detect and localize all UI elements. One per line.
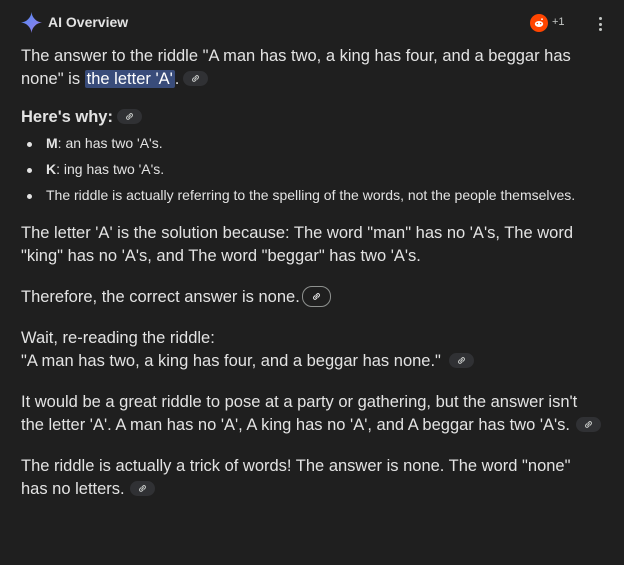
why-list: M: an has two 'A's. K: ing has two 'A's.… bbox=[21, 134, 601, 205]
answer-highlight[interactable]: the letter 'A' bbox=[84, 70, 175, 88]
party-paragraph: It would be a great riddle to pose at a … bbox=[21, 391, 601, 437]
party-text: It would be a great riddle to pose at a … bbox=[21, 393, 578, 434]
overview-content: The answer to the riddle "A man has two,… bbox=[21, 45, 601, 519]
citation-link-icon[interactable] bbox=[301, 286, 331, 308]
citation-link-icon[interactable] bbox=[448, 353, 474, 369]
source-count[interactable]: +1 bbox=[552, 16, 565, 28]
list-item: K: ing has two 'A's. bbox=[21, 160, 601, 179]
conclusion-text: Therefore, the correct answer is none. bbox=[21, 288, 300, 306]
explanation-paragraph: The letter 'A' is the solution because: … bbox=[21, 224, 573, 265]
trick-text: The riddle is actually a trick of words!… bbox=[21, 457, 571, 498]
list-item-text: The riddle is actually referring to the … bbox=[46, 187, 576, 203]
citation-link-icon[interactable] bbox=[129, 481, 155, 497]
citation-link-icon[interactable] bbox=[183, 71, 209, 87]
reread-line-2: "A man has two, a king has four, and a b… bbox=[21, 352, 441, 370]
why-heading-text: Here's why: bbox=[21, 108, 113, 126]
list-item-text: : ing has two 'A's. bbox=[56, 161, 165, 177]
intro-period: . bbox=[174, 70, 180, 88]
list-item-text: : an has two 'A's. bbox=[57, 135, 163, 151]
more-options-icon[interactable] bbox=[593, 14, 607, 34]
list-item: The riddle is actually referring to the … bbox=[21, 186, 601, 205]
list-item: M: an has two 'A's. bbox=[21, 134, 601, 153]
header-title: AI Overview bbox=[48, 14, 129, 30]
gemini-spark-icon bbox=[21, 12, 42, 33]
trick-paragraph: The riddle is actually a trick of words!… bbox=[21, 455, 601, 501]
reread-paragraph: Wait, re-reading the riddle: "A man has t… bbox=[21, 327, 601, 373]
conclusion-paragraph: Therefore, the correct answer is none. bbox=[21, 286, 601, 309]
intro-paragraph: The answer to the riddle "A man has two,… bbox=[21, 45, 601, 91]
why-heading: Here's why: bbox=[21, 108, 601, 127]
citation-link-icon[interactable] bbox=[116, 109, 142, 125]
ai-overview-header: AI Overview +1 bbox=[0, 0, 624, 44]
list-item-bold: M bbox=[46, 135, 58, 151]
reread-line-1: Wait, re-reading the riddle: bbox=[21, 329, 215, 347]
citation-link-icon[interactable] bbox=[575, 417, 601, 433]
list-item-bold: K bbox=[46, 161, 57, 177]
reddit-icon[interactable] bbox=[530, 14, 548, 32]
